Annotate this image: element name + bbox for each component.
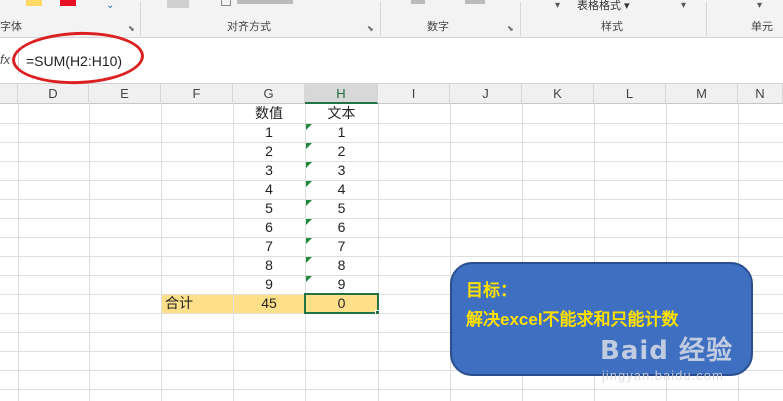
watermark-logo: Baid 经验 — [600, 336, 733, 366]
text-number-cell[interactable]: 4 — [305, 180, 378, 199]
dropdown-chevron-icon[interactable]: ▾ — [681, 0, 686, 11]
column-header-e[interactable]: E — [89, 84, 161, 104]
text-number-cell[interactable]: 6 — [305, 218, 378, 237]
wrap-text-button[interactable] — [237, 0, 293, 4]
column-header-d[interactable]: D — [18, 84, 89, 104]
number-stored-as-text-indicator-icon[interactable] — [306, 124, 312, 130]
merge-icon[interactable] — [167, 0, 189, 8]
cells-group-label: 单元 — [751, 21, 773, 33]
row-header-corner[interactable] — [0, 84, 18, 104]
gridline — [89, 104, 90, 401]
callout-text: 解决excel不能求和只能计数 — [466, 310, 679, 329]
wrap-icon[interactable] — [221, 0, 231, 6]
alignment-group: 对齐方式 ⬊ — [141, 0, 380, 38]
gridline — [0, 237, 783, 238]
numeric-cell[interactable]: 6 — [233, 218, 305, 237]
text-number-cell[interactable]: 9 — [305, 275, 378, 294]
header-numeric-cell[interactable]: 数值 — [233, 104, 305, 123]
alignment-group-label: 对齐方式 — [227, 21, 271, 33]
styles-group-label: 样式 — [601, 21, 623, 33]
number-stored-as-text-indicator-icon[interactable] — [306, 181, 312, 187]
alignment-dialog-launcher-icon[interactable]: ⬊ — [367, 24, 374, 33]
text-number-cell[interactable]: 7 — [305, 237, 378, 256]
numeric-cell[interactable]: 3 — [233, 161, 305, 180]
watermark-url: jingyan.baidu.com — [602, 368, 724, 383]
dropdown-chevron-icon[interactable]: ▾ — [757, 0, 762, 11]
column-header-k[interactable]: K — [522, 84, 594, 104]
numeric-cell[interactable]: 2 — [233, 142, 305, 161]
ribbon: ⌄ 字体 ⬊ 对齐方式 ⬊ 数字 ⬊ ▾ 表格格式 ▾ ▾ 样式 ▾ 单元 — [0, 0, 783, 38]
gridline — [161, 104, 162, 401]
text-number-cell[interactable]: 2 — [305, 142, 378, 161]
total-label-cell[interactable]: 合计 — [165, 294, 225, 313]
header-text-cell[interactable]: 文本 — [305, 104, 378, 123]
decimal-icon[interactable] — [465, 0, 485, 4]
fill-handle[interactable] — [375, 310, 380, 315]
numeric-cell[interactable]: 9 — [233, 275, 305, 294]
callout-title: 目标： — [466, 281, 517, 300]
number-group: 数字 ⬊ — [381, 0, 520, 38]
font-group-label: 字体 — [0, 21, 22, 33]
column-header-i[interactable]: I — [378, 84, 450, 104]
column-header-l[interactable]: L — [594, 84, 666, 104]
column-header-j[interactable]: J — [450, 84, 522, 104]
text-number-cell[interactable]: 8 — [305, 256, 378, 275]
column-header-m[interactable]: M — [666, 84, 738, 104]
number-format-icon[interactable] — [411, 0, 425, 4]
text-number-cell[interactable]: 1 — [305, 123, 378, 142]
number-stored-as-text-indicator-icon[interactable] — [306, 238, 312, 244]
number-stored-as-text-indicator-icon[interactable] — [306, 276, 312, 282]
cells-group: ▾ 单元 — [707, 0, 783, 38]
gridline — [0, 180, 783, 181]
formula-bar-divider — [18, 48, 19, 74]
gridline — [0, 199, 783, 200]
text-number-cell[interactable]: 3 — [305, 161, 378, 180]
numeric-cell[interactable]: 1 — [233, 123, 305, 142]
number-group-label: 数字 — [427, 21, 449, 33]
styles-group: ▾ 表格格式 ▾ ▾ 样式 — [521, 0, 706, 38]
gridline — [18, 104, 19, 401]
numeric-cell[interactable]: 4 — [233, 180, 305, 199]
more-icon[interactable]: ⌄ — [106, 0, 114, 11]
numeric-cell[interactable]: 7 — [233, 237, 305, 256]
number-stored-as-text-indicator-icon[interactable] — [306, 162, 312, 168]
column-header-row: D E F G H I J K L M N — [0, 84, 783, 104]
column-header-n[interactable]: N — [738, 84, 783, 104]
watermark: Baid 经验 jingyan.baidu.com — [600, 330, 780, 400]
fx-label[interactable]: fx — [0, 52, 10, 67]
column-header-h[interactable]: H — [305, 84, 378, 104]
active-cell-selection[interactable] — [304, 293, 379, 314]
number-stored-as-text-indicator-icon[interactable] — [306, 143, 312, 149]
gridline — [0, 142, 783, 143]
text-number-cell[interactable]: 5 — [305, 199, 378, 218]
numeric-cell[interactable]: 5 — [233, 199, 305, 218]
number-stored-as-text-indicator-icon[interactable] — [306, 219, 312, 225]
highlight-color-icon[interactable] — [26, 0, 42, 6]
formula-bar: fx =SUM(H2:H10) — [0, 38, 783, 84]
column-header-g[interactable]: G — [233, 84, 305, 104]
formula-input[interactable]: =SUM(H2:H10) — [26, 50, 776, 72]
table-format-button[interactable]: 表格格式 ▾ — [577, 0, 630, 13]
font-color-icon[interactable] — [60, 0, 76, 6]
gridline — [0, 161, 783, 162]
gridline — [378, 104, 379, 401]
number-dialog-launcher-icon[interactable]: ⬊ — [507, 24, 514, 33]
total-numeric-cell[interactable]: 45 — [233, 294, 305, 313]
font-dialog-launcher-icon[interactable]: ⬊ — [128, 24, 135, 33]
column-header-f[interactable]: F — [161, 84, 233, 104]
number-stored-as-text-indicator-icon[interactable] — [306, 200, 312, 206]
number-stored-as-text-indicator-icon[interactable] — [306, 257, 312, 263]
numeric-cell[interactable]: 8 — [233, 256, 305, 275]
font-group: ⌄ 字体 ⬊ — [0, 0, 140, 38]
gridline — [0, 256, 783, 257]
gridline — [0, 218, 783, 219]
dropdown-chevron-icon[interactable]: ▾ — [555, 0, 560, 11]
gridline — [0, 123, 783, 124]
